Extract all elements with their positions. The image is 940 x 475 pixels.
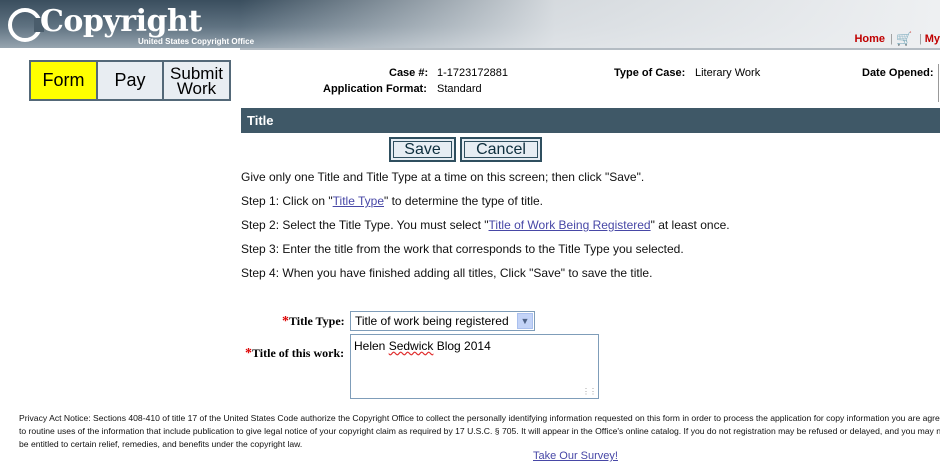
required-mark: * bbox=[282, 314, 289, 329]
case-type-label: Type of Case: bbox=[614, 67, 686, 79]
case-number-label: Case #: bbox=[389, 67, 429, 79]
logo-subtext: United States Copyright Office bbox=[138, 37, 255, 46]
misspelled-word: Sedwick bbox=[388, 339, 434, 353]
instruction-step-3: Step 3: Enter the title from the work th… bbox=[241, 242, 684, 256]
instruction-intro: Give only one Title and Title Type at a … bbox=[241, 170, 645, 184]
title-text: Helen bbox=[354, 339, 389, 353]
title-of-work-link[interactable]: Title of Work Being Registered bbox=[489, 218, 651, 232]
step-tabs: Form Pay Submit Work bbox=[29, 60, 231, 101]
application-format-value: Standard bbox=[437, 83, 482, 95]
tab-pay[interactable]: Pay bbox=[98, 62, 164, 99]
save-button[interactable]: Save bbox=[389, 137, 456, 162]
required-mark: * bbox=[245, 346, 252, 361]
cart-icon[interactable]: 🛒 bbox=[896, 31, 914, 46]
copyright-c-icon bbox=[8, 8, 44, 42]
instruction-step-2: Step 2: Select the Title Type. You must … bbox=[241, 218, 730, 232]
section-title: Title bbox=[241, 108, 940, 133]
title-type-label: *Title Type: bbox=[282, 314, 345, 330]
title-type-select[interactable]: Title of work being registered ▼ bbox=[350, 311, 535, 331]
step1-text: " to determine the type of title. bbox=[384, 194, 544, 208]
application-format-label: Application Format: bbox=[323, 83, 427, 95]
survey-link[interactable]: Take Our Survey! bbox=[533, 450, 618, 462]
my-link[interactable]: My bbox=[925, 33, 940, 45]
step1-text: Step 1: Click on " bbox=[241, 194, 333, 208]
resize-grip-icon[interactable]: ⋮⋮ bbox=[582, 388, 597, 396]
title-textarea[interactable]: Helen Sedwick Blog 2014 ⋮⋮ bbox=[350, 334, 599, 399]
title-label-text: Title of this work: bbox=[252, 346, 345, 360]
logo-wordmark: Copyright bbox=[40, 4, 202, 39]
instruction-step-4: Step 4: When you have finished adding al… bbox=[241, 266, 653, 280]
date-opened-label: Date Opened: bbox=[862, 67, 934, 79]
title-type-link[interactable]: Title Type bbox=[333, 194, 384, 208]
chevron-down-icon[interactable]: ▼ bbox=[517, 313, 533, 329]
header-rule bbox=[240, 48, 940, 50]
title-text: Blog 2014 bbox=[433, 339, 491, 353]
case-type-value: Literary Work bbox=[695, 67, 761, 79]
title-label: *Title of this work: bbox=[245, 346, 344, 362]
separator: | bbox=[890, 33, 893, 45]
home-link[interactable]: Home bbox=[854, 33, 885, 45]
title-type-selected: Title of work being registered bbox=[355, 314, 509, 328]
step2-text: " at least once. bbox=[650, 218, 730, 232]
tab-form[interactable]: Form bbox=[31, 62, 98, 99]
instruction-step-1: Step 1: Click on "Title Type" to determi… bbox=[241, 194, 543, 208]
header-banner: Copyright United States Copyright Office… bbox=[0, 0, 940, 48]
tab-submit-work[interactable]: Submit Work bbox=[164, 62, 229, 99]
banner-fade bbox=[240, 0, 940, 48]
title-type-label-text: Title Type: bbox=[289, 314, 345, 328]
privacy-notice: Privacy Act Notice: Sections 408-410 of … bbox=[19, 413, 940, 449]
cancel-button[interactable]: Cancel bbox=[460, 137, 542, 162]
separator: | bbox=[919, 33, 922, 45]
case-number-value: 1-1723172881 bbox=[437, 67, 508, 79]
step2-text: Step 2: Select the Title Type. You must … bbox=[241, 218, 489, 232]
